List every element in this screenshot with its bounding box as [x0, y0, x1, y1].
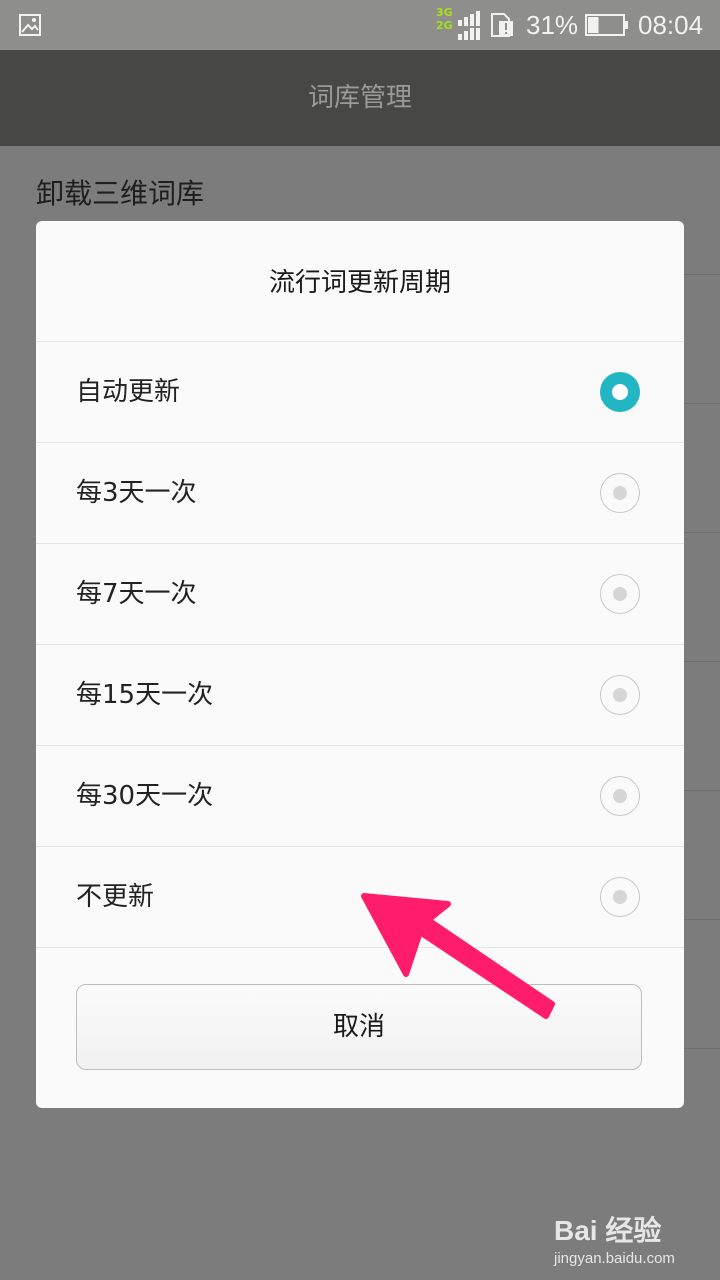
- network-type-3g: 3G: [436, 6, 453, 19]
- radio-button[interactable]: [600, 473, 640, 513]
- radio-button[interactable]: [600, 675, 640, 715]
- radio-dot: [613, 890, 627, 904]
- option-label: 自动更新: [76, 377, 181, 407]
- option-label: 每7天一次: [76, 579, 197, 609]
- list-divider: [680, 919, 720, 920]
- network-type: 3G 2G: [436, 6, 453, 32]
- option-label: 每3天一次: [76, 478, 197, 508]
- baidu-jingyan-watermark: Bai 经验 jingyan.baidu.com: [554, 1214, 714, 1274]
- signal-icon: [458, 11, 480, 40]
- radio-dot: [613, 486, 627, 500]
- option-label: 不更新: [76, 882, 155, 912]
- radio-button[interactable]: [600, 877, 640, 917]
- list-divider: [680, 661, 720, 662]
- list-item-uninstall-3d-dictionary: 卸载三维词库: [36, 177, 205, 210]
- option-every-15-days[interactable]: 每15天一次: [36, 644, 684, 745]
- option-auto-update[interactable]: 自动更新: [36, 341, 684, 442]
- watermark-url: jingyan.baidu.com: [554, 1250, 675, 1267]
- radio-button[interactable]: [600, 372, 640, 412]
- dialog-title: 流行词更新周期: [268, 268, 451, 298]
- list-divider: [680, 1048, 720, 1049]
- list-divider: [680, 403, 720, 404]
- radio-dot: [613, 587, 627, 601]
- image-icon: [19, 14, 41, 36]
- option-every-7-days[interactable]: 每7天一次: [36, 543, 684, 644]
- option-label: 每30天一次: [76, 781, 214, 811]
- page-title: 词库管理: [307, 83, 412, 113]
- radio-dot: [612, 384, 628, 400]
- app-bar: 词库管理: [0, 50, 720, 146]
- option-label: 每15天一次: [76, 680, 214, 710]
- radio-button[interactable]: [600, 776, 640, 816]
- list-divider: [680, 532, 720, 533]
- option-every-30-days[interactable]: 每30天一次: [36, 745, 684, 846]
- list-divider: [680, 274, 720, 275]
- list-divider: [680, 790, 720, 791]
- sim-alert-icon: [491, 13, 513, 37]
- radio-button[interactable]: [600, 574, 640, 614]
- radio-dot: [613, 789, 627, 803]
- watermark-brand: Bai 经验: [554, 1215, 662, 1246]
- status-bar: 3G 2G 31% 08:04: [0, 0, 720, 50]
- battery-percent: 31%: [526, 10, 579, 40]
- radio-dot: [613, 688, 627, 702]
- clock: 08:04: [638, 10, 704, 40]
- annotation-arrow-icon: [361, 893, 555, 1019]
- network-type-2g: 2G: [436, 19, 453, 32]
- battery-icon: [585, 14, 628, 36]
- option-every-3-days[interactable]: 每3天一次: [36, 442, 684, 543]
